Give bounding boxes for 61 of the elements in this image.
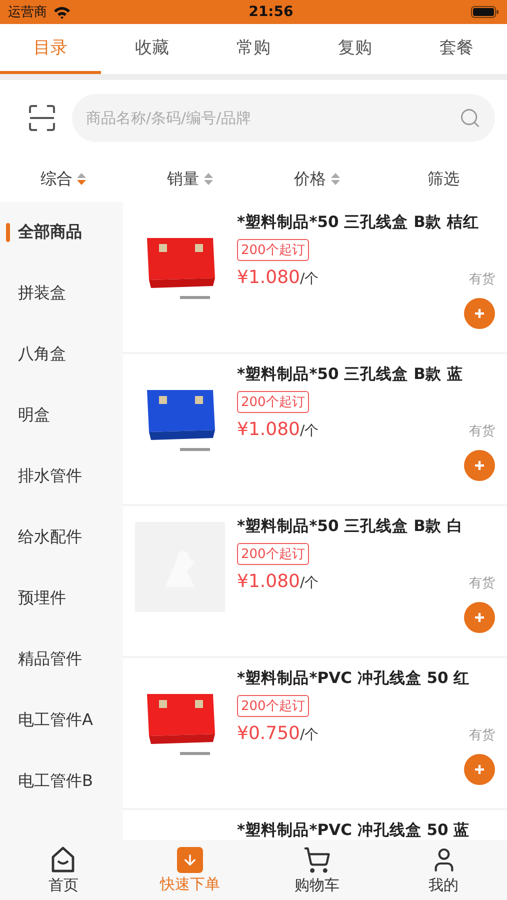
- download-icon: [177, 846, 204, 872]
- nav-tab[interactable]: 首页: [0, 840, 127, 900]
- category-item[interactable]: 明盒: [0, 385, 123, 446]
- product-card[interactable]: *塑料制品*50 三孔线盒 B款 白 200个起订 ¥1.080/个 有货: [123, 506, 507, 656]
- price-text: ¥1.080: [237, 419, 300, 440]
- price-text: ¥1.080: [237, 571, 300, 592]
- product-title: *塑料制品*50 三孔线盒 B款 桔红: [237, 212, 480, 233]
- stock-text: 有货: [469, 575, 495, 592]
- category-item[interactable]: 拼装盒: [0, 263, 123, 324]
- search-field[interactable]: 商品名称/条码/编号/品牌: [72, 94, 495, 142]
- nav-tab[interactable]: 购物车: [254, 840, 380, 900]
- category-item[interactable]: 排水管件: [0, 446, 123, 507]
- sort-icon: [77, 173, 86, 185]
- product-title: *塑料制品*50 三孔线盒 B款 白: [237, 516, 464, 537]
- min-order-tag: 200个起订: [237, 391, 309, 413]
- stock-text: 有货: [469, 271, 495, 288]
- unit-text: /个: [300, 575, 319, 591]
- plus-icon: [474, 308, 485, 319]
- add-button[interactable]: [464, 298, 495, 329]
- category-item[interactable]: 电工管件B: [0, 751, 123, 812]
- stock-text: 有货: [469, 423, 495, 440]
- plus-icon: [474, 460, 485, 471]
- category-item[interactable]: 八角盒: [0, 324, 123, 385]
- unit-text: /个: [300, 271, 319, 287]
- home-icon: [50, 846, 76, 874]
- price-text: ¥1.080: [237, 267, 300, 288]
- product-title: *塑料制品*50 三孔线盒 B款 蓝: [237, 364, 464, 385]
- clock-text: 21:56: [248, 4, 294, 20]
- price-text: ¥0.750: [237, 723, 300, 744]
- unit-text: /个: [300, 727, 319, 743]
- category-item[interactable]: 精品管件: [0, 629, 123, 690]
- plus-icon: [474, 612, 485, 623]
- min-order-tag: 200个起订: [237, 543, 309, 565]
- category-item[interactable]: 电工管件A: [0, 690, 123, 751]
- product-card[interactable]: *塑料制品*PVC 冲孔线盒 50 红 200个起订 ¥0.750/个 有货: [123, 658, 507, 808]
- selection-indicator: [6, 223, 10, 242]
- scan-icon[interactable]: [28, 105, 56, 131]
- nav-tab[interactable]: 我的: [380, 840, 507, 900]
- add-button[interactable]: [464, 754, 495, 785]
- search-icon[interactable]: [459, 107, 481, 129]
- battery-icon: [470, 6, 499, 18]
- cart-icon: [302, 846, 331, 874]
- product-card[interactable]: *塑料制品*PVC 冲孔线盒 50 蓝: [123, 810, 507, 840]
- category-item[interactable]: 全部商品: [0, 202, 123, 263]
- product-title: *塑料制品*PVC 冲孔线盒 50 红: [237, 668, 471, 689]
- wifi-icon: [53, 6, 71, 18]
- sort-icon: [330, 173, 340, 185]
- min-order-tag: 200个起订: [237, 239, 309, 261]
- add-button[interactable]: [464, 450, 495, 481]
- min-order-tag: 200个起订: [237, 695, 309, 717]
- product-title: *塑料制品*PVC 冲孔线盒 50 蓝: [237, 820, 471, 840]
- unit-text: /个: [300, 423, 319, 439]
- carrier-text: 运营商: [8, 4, 47, 21]
- plus-icon: [474, 764, 485, 775]
- category-item[interactable]: 给水配件: [0, 507, 123, 568]
- product-card[interactable]: *塑料制品*50 三孔线盒 B款 蓝 200个起订 ¥1.080/个 有货: [123, 354, 507, 504]
- category-item[interactable]: 预埋件: [0, 568, 123, 629]
- product-card[interactable]: *塑料制品*50 三孔线盒 B款 桔红 200个起订 ¥1.080/个 有货: [123, 202, 507, 352]
- add-button[interactable]: [464, 602, 495, 633]
- stock-text: 有货: [469, 727, 495, 744]
- sort-icon: [204, 173, 214, 185]
